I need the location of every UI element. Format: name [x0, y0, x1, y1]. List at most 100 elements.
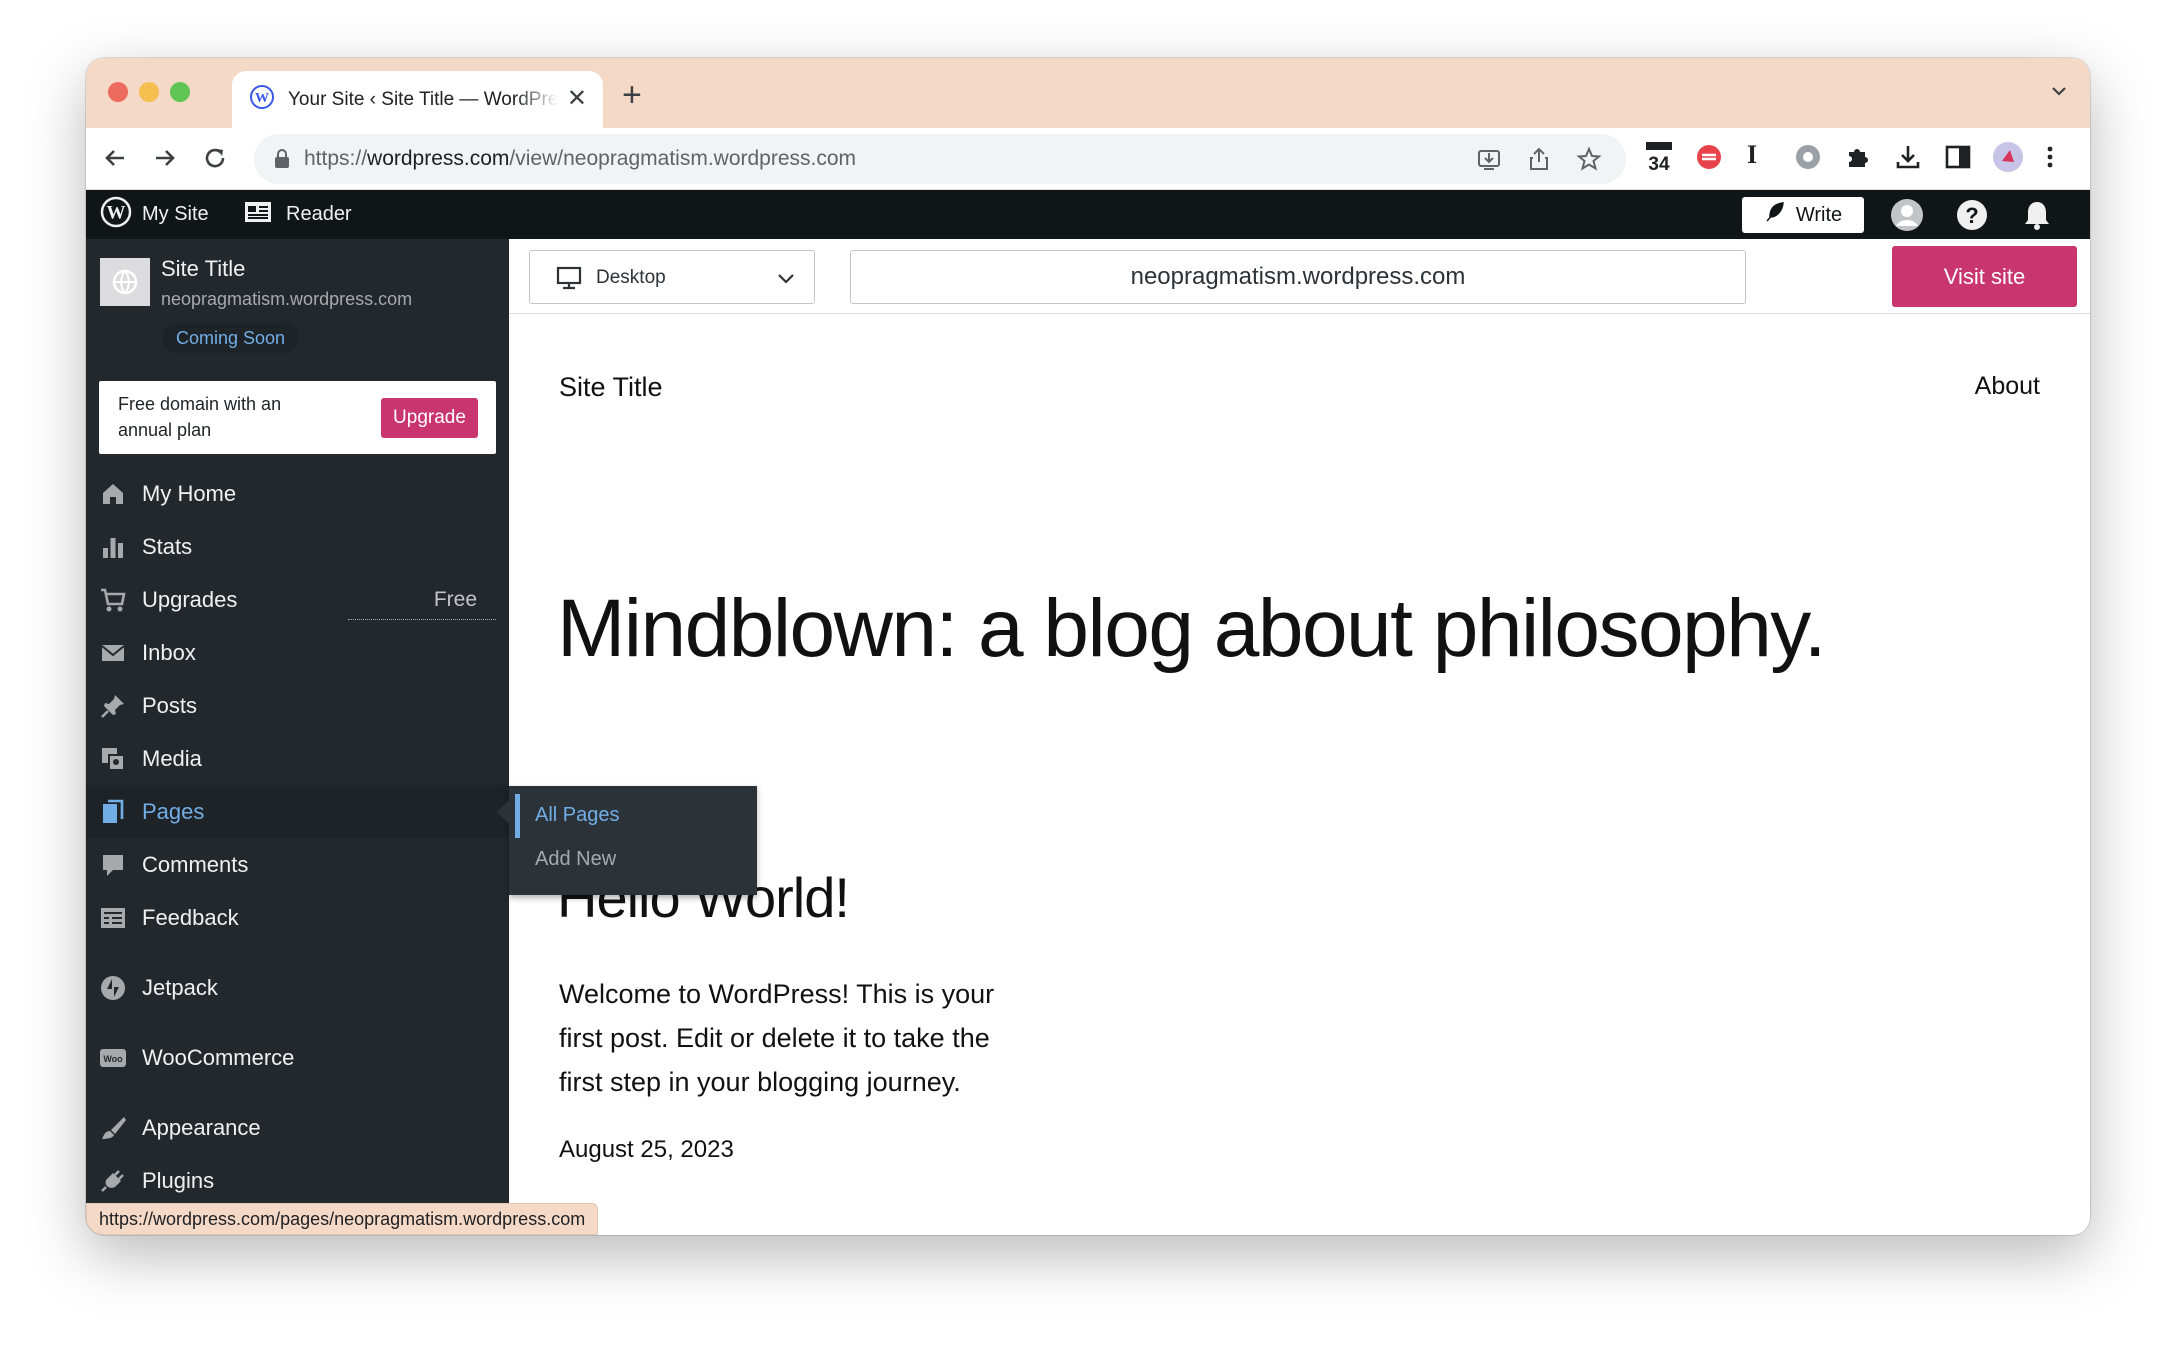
gear-extension-icon[interactable]	[1794, 143, 1822, 176]
site-icon[interactable]	[100, 258, 150, 306]
write-button[interactable]: Write	[1742, 197, 1864, 233]
account-avatar-icon[interactable]	[1890, 198, 1924, 237]
sidebar-item-label: Plugins	[142, 1167, 215, 1193]
sidebar-item-media[interactable]: Media	[86, 732, 509, 785]
red-extension-icon[interactable]	[1695, 143, 1723, 176]
sidebar-item-label: Jetpack	[142, 974, 218, 1000]
sidebar-site-title[interactable]: Site Title	[161, 256, 245, 282]
share-icon[interactable]	[1526, 146, 1552, 177]
browser-tab[interactable]: W Your Site ‹ Site Title — WordPress.com…	[232, 71, 603, 128]
minimize-window-icon[interactable]	[139, 82, 159, 102]
sidebar-item-upgrades[interactable]: Upgrades Free	[86, 573, 509, 626]
sidebar-item-label: WooCommerce	[142, 1044, 295, 1070]
pages-icon	[99, 798, 127, 826]
browser-menu-icon[interactable]	[2044, 143, 2056, 176]
sidebar-item-label: Posts	[142, 692, 198, 718]
preview-site-title[interactable]: Site Title	[559, 372, 663, 403]
woo-icon: Woo	[99, 1044, 127, 1072]
sidebar-item-jetpack[interactable]: Jetpack	[86, 961, 509, 1014]
sidebar-item-inbox[interactable]: Inbox	[86, 626, 509, 679]
wordpress-favicon-icon: W	[250, 85, 274, 114]
pages-flyout-menu: All Pages Add New	[497, 786, 757, 895]
sidebar-item-label: My Home	[142, 480, 237, 506]
flyout-all-pages[interactable]: All Pages	[535, 804, 620, 827]
tab-title: Your Site ‹ Site Title — WordPress.com	[288, 88, 558, 110]
sidebar-item-label: Comments	[142, 851, 249, 877]
wp-admin-bar: W My Site Reader Write ?	[86, 190, 2090, 239]
sidebar-item-stats[interactable]: Stats	[86, 520, 509, 573]
device-selector[interactable]: Desktop	[529, 250, 815, 304]
sidebar-item-label: Stats	[142, 533, 193, 559]
flyout-active-indicator	[515, 794, 520, 838]
forward-icon[interactable]	[150, 143, 180, 178]
reader-label: Reader	[286, 203, 352, 225]
upsell-text: Free domain with an annual plan	[118, 394, 282, 440]
notifications-bell-icon[interactable]	[2022, 199, 2052, 236]
url-text[interactable]: https://wordpress.com/view/neopragmatism…	[304, 147, 856, 171]
sidebar-site-url[interactable]: neopragmatism.wordpress.com	[161, 289, 412, 310]
site-preview: Site Title About Mindblown: a blog about…	[509, 314, 2090, 1235]
sidebar-item-plugins[interactable]: Plugins	[86, 1154, 509, 1207]
extensions-puzzle-icon[interactable]	[1844, 143, 1872, 176]
url-host: wordpress.com	[367, 147, 510, 170]
link-status-bar: https://wordpress.com/pages/neopragmatis…	[86, 1203, 599, 1235]
chevron-down-icon	[776, 268, 796, 293]
plug-icon	[99, 1167, 127, 1195]
sidebar-item-label: Appearance	[142, 1114, 261, 1140]
sidebar-item-label: Inbox	[142, 639, 196, 665]
back-icon[interactable]	[100, 143, 130, 178]
upgrade-button[interactable]: Upgrade	[381, 398, 478, 438]
sidebar-item-woocommerce[interactable]: Woo WooCommerce	[86, 1031, 509, 1084]
reader-link[interactable]: Reader	[244, 190, 352, 239]
wordpress-logo-icon: W	[100, 196, 132, 234]
sidebar-item-appearance[interactable]: Appearance	[86, 1101, 509, 1154]
install-app-icon[interactable]	[1476, 146, 1502, 177]
address-bar[interactable]: https://wordpress.com/view/neopragmatism…	[254, 134, 1626, 184]
sidebar-item-label: Upgrades	[142, 586, 238, 612]
new-tab-icon[interactable]: +	[622, 78, 642, 112]
svg-text:W: W	[255, 91, 269, 106]
help-icon[interactable]: ?	[1955, 198, 1989, 237]
instapaper-extension-icon[interactable]: I	[1747, 140, 1757, 170]
my-site-label: My Site	[142, 203, 209, 225]
media-icon	[99, 745, 127, 773]
lock-icon[interactable]	[274, 149, 290, 174]
profile-avatar-icon[interactable]	[1992, 141, 2024, 178]
url-path: /view/neopragmatism.wordpress.com	[509, 147, 857, 170]
preview-address-field[interactable]: neopragmatism.wordpress.com	[850, 250, 1746, 304]
bookmark-star-icon[interactable]	[1576, 146, 1602, 177]
calendar-extension-icon[interactable]: 34	[1644, 140, 1674, 179]
sidebar-item-feedback[interactable]: Feedback	[86, 891, 509, 944]
svg-text:?: ?	[1965, 203, 1978, 228]
tab-close-icon[interactable]: ✕	[567, 87, 587, 111]
sidebar-item-label: Feedback	[142, 904, 239, 930]
my-site-link[interactable]: W My Site	[100, 190, 209, 239]
coming-soon-badge: Coming Soon	[162, 323, 300, 353]
tab-strip: W Your Site ‹ Site Title — WordPress.com…	[86, 58, 2090, 128]
sidebar-item-my-home[interactable]: My Home	[86, 467, 509, 520]
upgrades-free-badge: Free	[433, 587, 477, 611]
visit-site-button[interactable]: Visit site	[1892, 246, 2077, 307]
close-window-icon[interactable]	[108, 82, 128, 102]
sidebar-item-posts[interactable]: Posts	[86, 679, 509, 732]
brush-icon	[99, 1114, 127, 1142]
sidebar-item-comments[interactable]: Comments	[86, 838, 509, 891]
preview-nav-about[interactable]: About	[1975, 372, 2040, 401]
browser-window: W Your Site ‹ Site Title — WordPress.com…	[86, 58, 2090, 1235]
reader-icon	[244, 200, 272, 230]
sidebar-item-label: Media	[142, 745, 202, 771]
jetpack-icon	[99, 974, 127, 1002]
sidebar-item-pages[interactable]: Pages	[86, 785, 509, 838]
stats-icon	[99, 533, 127, 561]
tab-search-chevron-icon[interactable]	[2050, 82, 2068, 105]
preview-post-date: August 25, 2023	[559, 1136, 734, 1163]
sidebar: Site Title neopragmatism.wordpress.com C…	[86, 239, 509, 1235]
side-panel-icon[interactable]	[1944, 143, 1972, 176]
reload-icon[interactable]	[200, 143, 230, 178]
svg-text:Woo: Woo	[103, 1054, 123, 1064]
maximize-window-icon[interactable]	[170, 82, 190, 102]
downloads-icon[interactable]	[1894, 143, 1922, 176]
flyout-add-new[interactable]: Add New	[535, 848, 616, 871]
desktop-monitor-icon	[556, 266, 582, 295]
browser-toolbar: https://wordpress.com/view/neopragmatism…	[86, 128, 2090, 190]
